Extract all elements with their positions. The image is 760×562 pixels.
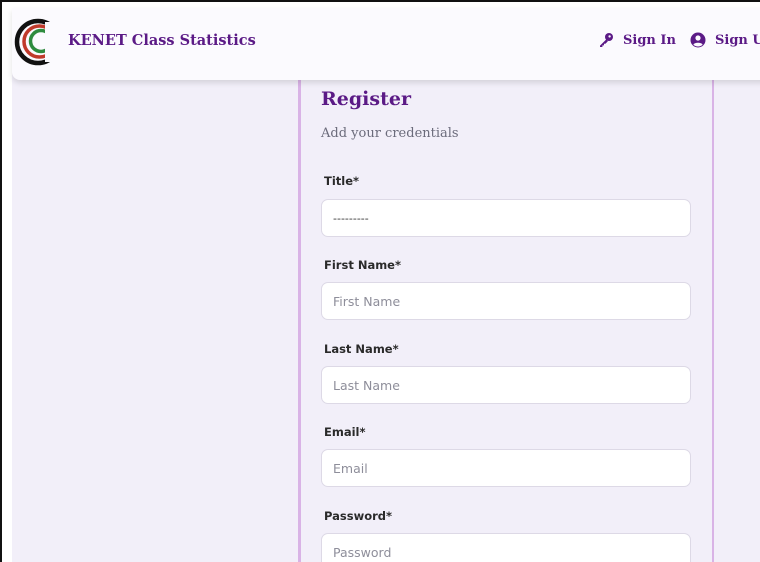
kenet-logo-icon[interactable] [14,18,62,66]
sign-in-label: Sign In [623,32,676,48]
title-select[interactable]: --------- [321,199,691,237]
register-card: Register Add your credentials Title* ---… [298,80,714,562]
sign-up-label: Sign Up [715,32,760,48]
first-name-input[interactable] [321,282,691,320]
top-navbar: KENET Class Statistics Sign In Sign Up [12,8,760,80]
password-label: Password* [324,509,393,523]
password-input[interactable] [321,533,691,562]
title-label: Title* [324,174,360,188]
user-circle-icon [690,32,706,48]
brand-title[interactable]: KENET Class Statistics [68,32,256,49]
form-title: Register [321,88,411,110]
form-subtitle: Add your credentials [321,126,459,141]
email-input[interactable] [321,449,691,487]
key-icon [600,33,613,47]
last-name-input[interactable] [321,366,691,404]
first-name-label: First Name* [324,258,401,272]
sign-up-link[interactable]: Sign Up [690,32,760,48]
last-name-label: Last Name* [324,342,399,356]
app-window: KENET Class Statistics Sign In Sign Up R… [0,0,760,562]
email-label: Email* [324,425,366,439]
sign-in-link[interactable]: Sign In [598,32,676,48]
